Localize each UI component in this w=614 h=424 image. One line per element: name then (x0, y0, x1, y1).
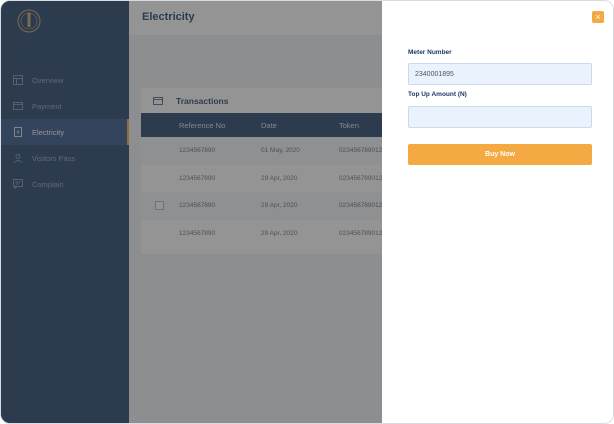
cell-token: 023456789012 (339, 175, 383, 182)
page-title: Electricity (142, 11, 195, 23)
column-reference-no[interactable]: Reference No (179, 121, 225, 130)
sidebar: Overview Payment Electricity Visitors Pa… (1, 1, 129, 423)
sidebar-item-complain[interactable]: Complain (1, 171, 129, 197)
sidebar-item-payment[interactable]: Payment (1, 93, 129, 119)
cell-date: 29 Apr, 2020 (261, 230, 298, 237)
sidebar-item-electricity[interactable]: Electricity (1, 119, 129, 145)
meter-number-label: Meter Number (408, 49, 452, 56)
cell-date: 01 May, 2020 (261, 147, 300, 154)
cell-reference: 1234567890 (179, 230, 216, 237)
overview-icon (13, 75, 23, 85)
top-up-amount-label: Top Up Amount (N) (408, 91, 467, 98)
logo-icon (15, 7, 43, 35)
meter-number-input[interactable] (408, 63, 592, 85)
cell-reference: 1234567890 (179, 202, 216, 209)
sidebar-item-overview[interactable]: Overview (1, 67, 129, 93)
sidebar-item-label: Overview (32, 75, 64, 85)
electricity-icon (13, 127, 23, 137)
sidebar-nav: Overview Payment Electricity Visitors Pa… (1, 67, 129, 197)
top-up-amount-input[interactable] (408, 106, 592, 128)
card-icon (13, 101, 23, 111)
column-token[interactable]: Token (339, 121, 359, 130)
buy-now-button[interactable]: Buy Now (408, 144, 592, 165)
column-date[interactable]: Date (261, 121, 277, 130)
sidebar-item-label: Payment (32, 101, 62, 111)
row-checkbox[interactable] (155, 201, 164, 210)
cell-reference: 1234567890 (179, 175, 216, 182)
cell-date: 29 Apr, 2020 (261, 202, 298, 209)
sidebar-item-label: Visitors Pass (32, 153, 76, 163)
close-button[interactable]: × (592, 11, 604, 23)
cell-date: 29 Apr, 2020 (261, 175, 298, 182)
cell-token: 023456789012 (339, 230, 383, 237)
sidebar-item-label: Electricity (32, 127, 65, 137)
cell-reference: 1234567890 (179, 147, 216, 154)
card-icon (153, 96, 163, 106)
cell-token: 023456789012 (339, 147, 383, 154)
buy-electricity-drawer: × Meter Number Top Up Amount (N) Buy Now (382, 1, 613, 423)
sidebar-item-label: Complain (32, 179, 64, 189)
complain-icon (13, 179, 23, 189)
visitor-icon (13, 153, 23, 163)
transactions-title: Transactions (176, 95, 229, 106)
app-window: Overview Payment Electricity Visitors Pa… (0, 0, 614, 424)
sidebar-item-visitors-pass[interactable]: Visitors Pass (1, 145, 129, 171)
cell-token: 023456789012 (339, 202, 383, 209)
